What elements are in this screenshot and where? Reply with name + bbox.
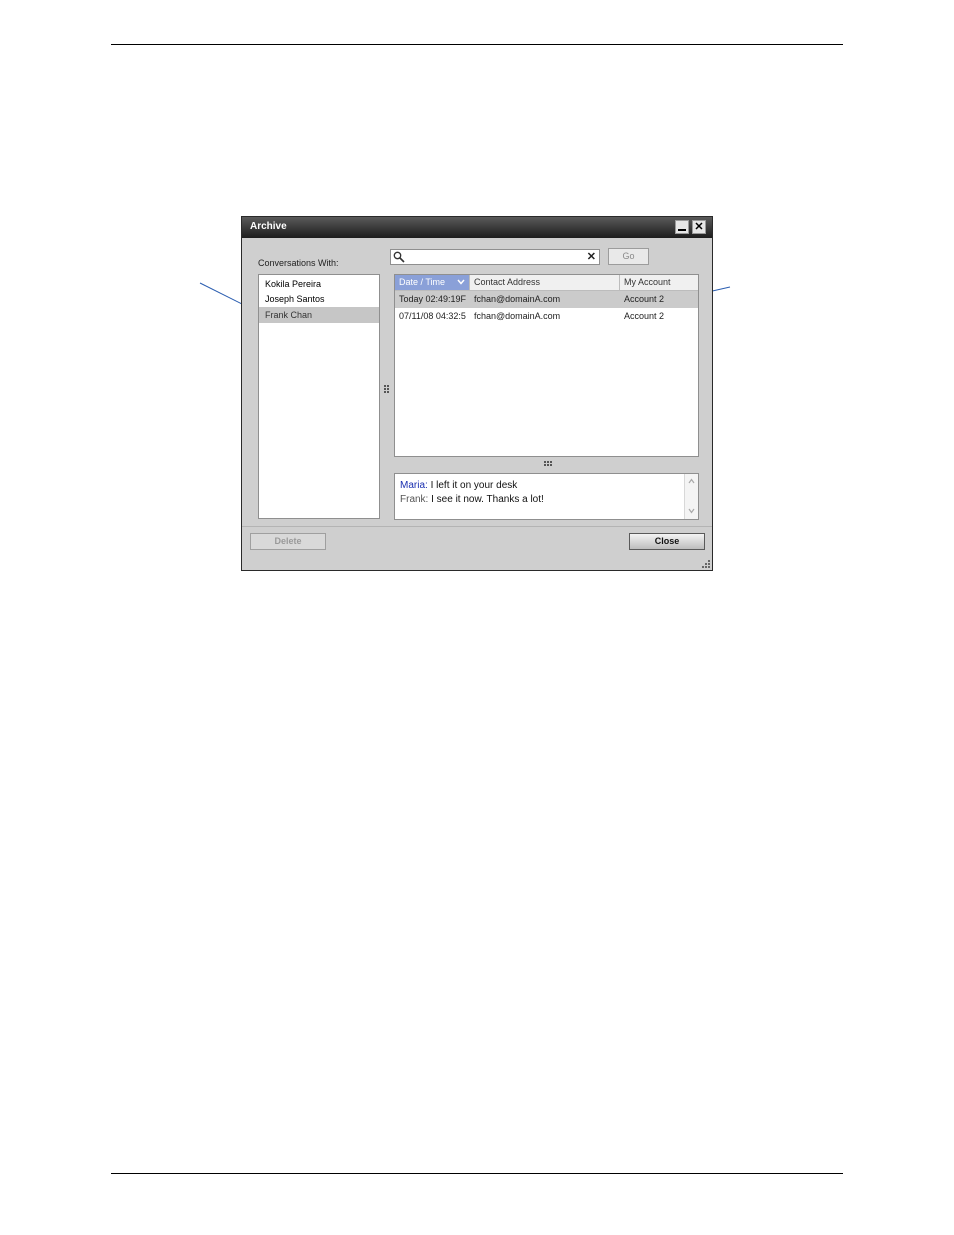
archive-table: Date / Time Contact Address My Account T… (394, 274, 699, 457)
clear-search-icon[interactable]: ✕ (587, 250, 596, 264)
conversation-item[interactable]: Joseph Santos (259, 291, 379, 307)
title-bar[interactable]: Archive ✕ (242, 217, 712, 238)
cell-address: fchan@domainA.com (474, 294, 561, 304)
message-sender: Maria: (400, 480, 428, 491)
message-line: Maria: I left it on your desk (400, 480, 517, 491)
search-icon (393, 251, 405, 263)
close-button[interactable]: Close (629, 533, 705, 550)
window-title: Archive (250, 221, 287, 232)
close-icon[interactable]: ✕ (692, 220, 706, 234)
column-header-my-account[interactable]: My Account (620, 275, 698, 290)
preview-scrollbar[interactable] (684, 474, 698, 519)
message-sender: Frank: (400, 494, 429, 505)
cell-datetime: 07/11/08 04:32:5 (399, 311, 466, 321)
chevron-down-icon (457, 279, 465, 285)
message-text: I left it on your desk (427, 480, 518, 491)
table-row[interactable]: 07/11/08 04:32:5 fchan@domainA.com Accou… (395, 308, 698, 325)
archive-window: Archive ✕ Conversations With: Kokila Per… (241, 216, 713, 571)
cell-account: Account 2 (624, 294, 665, 304)
resize-grip-icon[interactable] (702, 560, 710, 568)
message-text: I see it now. Thanks a lot! (428, 494, 544, 505)
message-line: Frank: I see it now. Thanks a lot! (400, 494, 544, 505)
conversation-item[interactable]: Kokila Pereira (259, 276, 379, 292)
callout-leaders (199, 282, 731, 317)
go-button[interactable]: Go (608, 248, 649, 265)
splitter-horizontal-grip[interactable] (544, 461, 552, 466)
conversations-label: Conversations With: (258, 258, 339, 268)
table-row[interactable]: Today 02:49:19F fchan@domainA.com Accoun… (395, 291, 698, 308)
splitter-vertical-grip[interactable] (384, 385, 390, 393)
minimize-icon[interactable] (675, 220, 689, 234)
scroll-down-icon[interactable] (688, 508, 695, 514)
column-header-date-time[interactable]: Date / Time (395, 275, 470, 290)
search-input[interactable]: ✕ (390, 249, 600, 265)
footer-divider (242, 526, 712, 527)
table-header: Date / Time Contact Address My Account (395, 275, 698, 291)
conversation-preview[interactable]: Maria: I left it on your desk Frank: I s… (394, 473, 699, 520)
cell-address: fchan@domainA.com (474, 311, 561, 321)
column-header-contact-address[interactable]: Contact Address (470, 275, 620, 290)
cell-account: Account 2 (624, 311, 665, 321)
cell-datetime: Today 02:49:19F (399, 294, 467, 304)
delete-button[interactable]: Delete (250, 533, 326, 550)
scroll-up-icon[interactable] (688, 478, 695, 484)
conversation-item-selected[interactable]: Frank Chan (259, 307, 379, 323)
conversations-list[interactable]: Kokila Pereira Joseph Santos Frank Chan (258, 274, 380, 519)
